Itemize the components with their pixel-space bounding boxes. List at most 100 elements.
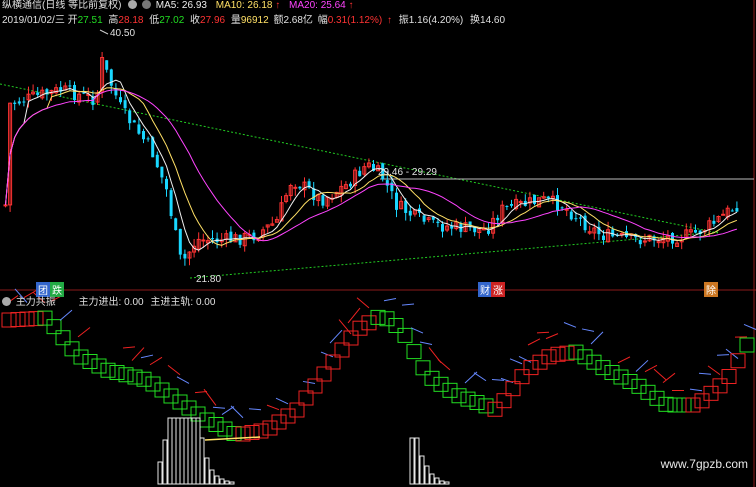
candle xyxy=(366,158,371,169)
indicator-bar xyxy=(429,473,435,485)
indicator-title[interactable]: 主力共振 xyxy=(16,297,56,308)
candle xyxy=(454,218,459,231)
candle xyxy=(142,128,145,144)
candle xyxy=(422,214,426,225)
indicator-box xyxy=(667,397,683,413)
indicator-volume-group xyxy=(157,417,450,485)
indicator-bar xyxy=(444,481,450,485)
indicator-box xyxy=(1,312,17,328)
indicator-bar xyxy=(175,417,181,485)
candle xyxy=(274,216,279,223)
indicator-box xyxy=(559,345,575,361)
indicator-bar xyxy=(219,478,225,485)
indicator-box xyxy=(568,344,584,360)
candle xyxy=(119,89,122,105)
candle xyxy=(505,205,509,211)
candle xyxy=(625,225,628,239)
candle xyxy=(238,234,242,248)
candle xyxy=(82,86,86,95)
indicator-box xyxy=(523,360,539,376)
candle xyxy=(288,183,293,201)
low-price-label: 21.80 xyxy=(196,274,222,285)
indicator-header: 主力共振 主力进出: 0.00 主进主轨: 0.00 xyxy=(2,293,215,308)
candle xyxy=(353,167,358,194)
candle xyxy=(105,60,109,73)
indicator-bar xyxy=(199,437,205,485)
high-pointer-line xyxy=(99,29,109,35)
indicator-box xyxy=(685,397,701,413)
indicator-box xyxy=(730,353,746,369)
indicator-box xyxy=(478,398,494,414)
marker-rise[interactable]: 涨 xyxy=(491,282,505,297)
candle xyxy=(362,162,367,177)
indicator-box xyxy=(361,315,377,331)
indicator-box xyxy=(469,395,485,410)
range-price-label: 29.46 - 29.29 xyxy=(378,167,437,178)
indicator-box xyxy=(487,401,503,417)
candle xyxy=(688,223,693,239)
candle xyxy=(523,194,527,207)
candle xyxy=(224,229,229,248)
indicator-bar xyxy=(229,481,235,485)
candle xyxy=(730,208,734,212)
candle xyxy=(481,222,486,231)
candle xyxy=(579,214,582,227)
indicator-bar xyxy=(419,455,425,485)
indicator-box xyxy=(280,408,296,424)
candle xyxy=(533,194,536,206)
candle xyxy=(45,87,49,101)
candle xyxy=(155,151,159,169)
indicator-box xyxy=(145,376,161,392)
candle xyxy=(564,204,569,217)
candle xyxy=(178,228,182,260)
indicator-box xyxy=(532,354,548,370)
indicator-box xyxy=(451,388,467,404)
candle xyxy=(441,221,444,238)
indicator-bar xyxy=(424,465,430,485)
indicator-box xyxy=(649,390,665,406)
candle xyxy=(712,214,716,227)
candle xyxy=(339,180,344,203)
indicator-box xyxy=(55,330,71,346)
indicator-box xyxy=(721,369,737,384)
indicator-box xyxy=(253,423,269,439)
candle xyxy=(698,229,702,241)
candle xyxy=(17,97,21,106)
indicator-bar xyxy=(162,439,168,485)
candle xyxy=(510,199,513,208)
indicator-line1-label: 主力进出: xyxy=(78,297,122,308)
marker-finance[interactable]: 财 xyxy=(478,282,492,297)
candle xyxy=(343,181,348,190)
indicator-bar xyxy=(414,437,420,485)
candle xyxy=(293,184,298,196)
candle xyxy=(652,234,656,247)
indicator-box xyxy=(586,354,602,370)
candle xyxy=(298,186,302,191)
candle xyxy=(284,192,289,204)
candle xyxy=(265,224,270,233)
ma20-line xyxy=(5,89,738,242)
indicator-box xyxy=(676,397,692,413)
high-price-label: 40.50 xyxy=(110,28,136,39)
indicator-box xyxy=(82,354,98,369)
marker-exdividend[interactable]: 除 xyxy=(704,282,718,297)
candle xyxy=(187,251,192,266)
candle xyxy=(270,216,275,227)
indicator-bar xyxy=(209,469,215,485)
ma-lines-group xyxy=(5,79,738,251)
candlestick-chart[interactable] xyxy=(0,0,756,487)
indicator-settings-icon[interactable] xyxy=(2,297,11,306)
candle xyxy=(183,249,187,266)
indicator-bar xyxy=(224,480,230,485)
indicator-box xyxy=(595,360,611,376)
indicator-line2-label: 主进主轨: xyxy=(150,297,194,308)
candle xyxy=(679,234,684,250)
indicator-box xyxy=(181,400,197,416)
indicator-box xyxy=(28,311,44,327)
indicator-box xyxy=(442,382,458,398)
candle xyxy=(13,100,17,111)
indicator-box xyxy=(172,394,188,410)
candle xyxy=(174,217,178,231)
indicator-line1-value: 0.00 xyxy=(124,297,144,308)
candle xyxy=(541,191,546,200)
